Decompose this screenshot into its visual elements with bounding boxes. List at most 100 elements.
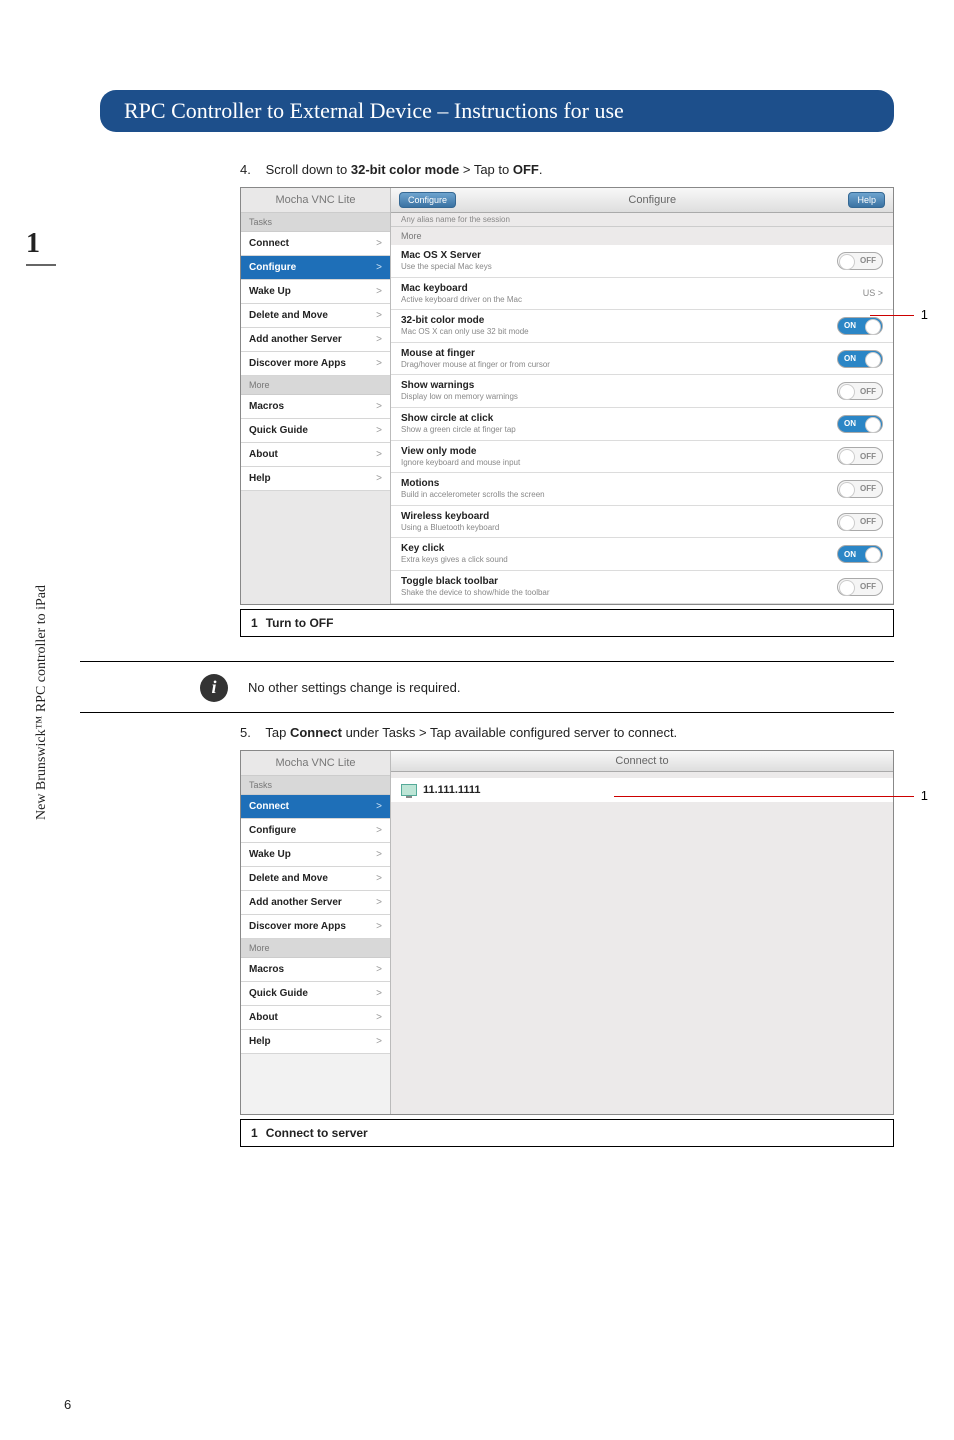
sidebar-item-about[interactable]: About> xyxy=(241,1006,390,1030)
sidebar-item-add-another-server[interactable]: Add another Server> xyxy=(241,328,390,352)
screen-title: Connect to xyxy=(615,755,668,767)
sidebar-item-help[interactable]: Help> xyxy=(241,1030,390,1054)
chevron-right-icon: > xyxy=(376,262,382,273)
setting-title: Motions xyxy=(401,478,545,490)
chevron-right-icon: > xyxy=(376,310,382,321)
setting-subtitle: Show a green circle at finger tap xyxy=(401,425,516,435)
toggle-show-circle-at-click[interactable]: ON xyxy=(837,415,883,433)
shot1-main: Configure Configure Help Any alias name … xyxy=(391,188,893,604)
sidebar-item-macros[interactable]: Macros> xyxy=(241,958,390,982)
toggle-key-click[interactable]: ON xyxy=(837,545,883,563)
setting-title: 32-bit color mode xyxy=(401,315,529,327)
chevron-right-icon: > xyxy=(376,334,382,345)
caption-1: 1Turn to OFF xyxy=(240,609,894,637)
separator xyxy=(80,712,894,713)
select-mac-keyboard[interactable]: US > xyxy=(863,288,883,298)
chevron-right-icon: > xyxy=(376,921,382,932)
server-entry[interactable]: 11.111.1111 xyxy=(391,778,893,802)
sidebar-item-configure[interactable]: Configure> xyxy=(241,256,390,280)
chevron-right-icon: > xyxy=(376,358,382,369)
setting-subtitle: Use the special Mac keys xyxy=(401,262,492,272)
chevron-right-icon: > xyxy=(376,1012,382,1023)
toggle-view-only-mode[interactable]: OFF xyxy=(837,447,883,465)
footer-page-number: 6 xyxy=(64,1397,71,1412)
setting-subtitle: Build in accelerometer scrolls the scree… xyxy=(401,490,545,500)
chevron-right-icon: > xyxy=(376,238,382,249)
chevron-right-icon: > xyxy=(376,449,382,460)
callout-number: 1 xyxy=(921,307,928,322)
sidebar-item-connect[interactable]: Connect> xyxy=(241,232,390,256)
callout-line xyxy=(870,315,914,316)
shot2-sidebar: Mocha VNC Lite Tasks Connect>Configure>W… xyxy=(241,751,391,1114)
screenshot-1-wrap: Mocha VNC Lite Tasks Connect>Configure>W… xyxy=(240,187,894,637)
help-button[interactable]: Help xyxy=(848,192,885,208)
screenshot-2-wrap: Mocha VNC Lite Tasks Connect>Configure>W… xyxy=(240,750,894,1147)
chevron-right-icon: > xyxy=(376,873,382,884)
sidebar-item-delete-and-move[interactable]: Delete and Move> xyxy=(241,304,390,328)
sidebar-item-delete-and-move[interactable]: Delete and Move> xyxy=(241,867,390,891)
info-row: i No other settings change is required. xyxy=(200,674,894,702)
setting-row-toggle-black-toolbar: Toggle black toolbarShake the device to … xyxy=(391,571,893,604)
sidebar-item-about[interactable]: About> xyxy=(241,443,390,467)
chevron-right-icon: > xyxy=(376,897,382,908)
chevron-right-icon: > xyxy=(376,825,382,836)
toggle-wireless-keyboard[interactable]: OFF xyxy=(837,513,883,531)
toggle-motions[interactable]: OFF xyxy=(837,480,883,498)
sidebar-item-wake-up[interactable]: Wake Up> xyxy=(241,280,390,304)
sidebar-item-add-another-server[interactable]: Add another Server> xyxy=(241,891,390,915)
toggle-toggle-black-toolbar[interactable]: OFF xyxy=(837,578,883,596)
screenshot-2: Mocha VNC Lite Tasks Connect>Configure>W… xyxy=(240,750,894,1115)
setting-subtitle: Ignore keyboard and mouse input xyxy=(401,458,520,468)
page: New Brunswick™ RPC controller to iPad 1 … xyxy=(0,90,954,1440)
sidebar-item-quick-guide[interactable]: Quick Guide> xyxy=(241,982,390,1006)
content: 4. Scroll down to 32-bit color mode > Ta… xyxy=(240,162,894,1147)
setting-title: Show warnings xyxy=(401,380,518,392)
shot2-app-title: Mocha VNC Lite xyxy=(241,751,390,776)
chevron-right-icon: > xyxy=(376,473,382,484)
shot2-section-tasks: Tasks xyxy=(241,776,390,795)
side-rail: New Brunswick™ RPC controller to iPad xyxy=(20,220,56,820)
sidebar-item-connect[interactable]: Connect> xyxy=(241,795,390,819)
screen-title: Configure xyxy=(628,194,676,206)
callout-number: 1 xyxy=(921,788,928,803)
sidebar-item-macros[interactable]: Macros> xyxy=(241,395,390,419)
toggle-32-bit-color-mode[interactable]: ON xyxy=(837,317,883,335)
sidebar-item-wake-up[interactable]: Wake Up> xyxy=(241,843,390,867)
toggle-mouse-at-finger[interactable]: ON xyxy=(837,350,883,368)
chevron-right-icon: > xyxy=(376,425,382,436)
shot2-topbar: Connect to xyxy=(391,751,893,772)
chevron-right-icon: > xyxy=(376,849,382,860)
setting-subtitle: Shake the device to show/hide the toolba… xyxy=(401,588,550,598)
back-button[interactable]: Configure xyxy=(399,192,456,208)
shot2-main: Connect to 11.111.1111 xyxy=(391,751,893,1114)
setting-title: Toggle black toolbar xyxy=(401,576,550,588)
setting-row-view-only-mode: View only modeIgnore keyboard and mouse … xyxy=(391,441,893,474)
sidebar-item-help[interactable]: Help> xyxy=(241,467,390,491)
info-icon: i xyxy=(200,674,228,702)
sidebar-item-configure[interactable]: Configure> xyxy=(241,819,390,843)
header-band: RPC Controller to External Device – Inst… xyxy=(100,90,894,132)
setting-row-motions: MotionsBuild in accelerometer scrolls th… xyxy=(391,473,893,506)
shot1-section-more: More xyxy=(241,376,390,395)
setting-row-mac-os-x-server: Mac OS X ServerUse the special Mac keys O… xyxy=(391,245,893,278)
setting-title: Show circle at click xyxy=(401,413,516,425)
setting-title: Mac OS X Server xyxy=(401,250,492,262)
toggle-mac-os-x-server[interactable]: OFF xyxy=(837,252,883,270)
side-page-number: 1 xyxy=(26,228,56,266)
chevron-right-icon: > xyxy=(376,964,382,975)
sidebar-item-discover-more-apps[interactable]: Discover more Apps> xyxy=(241,352,390,376)
side-rail-text: New Brunswick™ RPC controller to iPad xyxy=(34,585,50,820)
toggle-show-warnings[interactable]: OFF xyxy=(837,382,883,400)
setting-row-key-click: Key clickExtra keys gives a click soundO… xyxy=(391,538,893,571)
screenshot-1: Mocha VNC Lite Tasks Connect>Configure>W… xyxy=(240,187,894,605)
sidebar-item-discover-more-apps[interactable]: Discover more Apps> xyxy=(241,915,390,939)
separator xyxy=(80,661,894,662)
caption-2: 1Connect to server xyxy=(240,1119,894,1147)
sidebar-item-quick-guide[interactable]: Quick Guide> xyxy=(241,419,390,443)
setting-row-show-circle-at-click: Show circle at clickShow a green circle … xyxy=(391,408,893,441)
setting-subtitle: Display low on memory warnings xyxy=(401,392,518,402)
setting-subtitle: Mac OS X can only use 32 bit mode xyxy=(401,327,529,337)
server-ip: 11.111.1111 xyxy=(423,784,481,796)
setting-title: Wireless keyboard xyxy=(401,511,499,523)
step-4: 4. Scroll down to 32-bit color mode > Ta… xyxy=(240,162,894,177)
